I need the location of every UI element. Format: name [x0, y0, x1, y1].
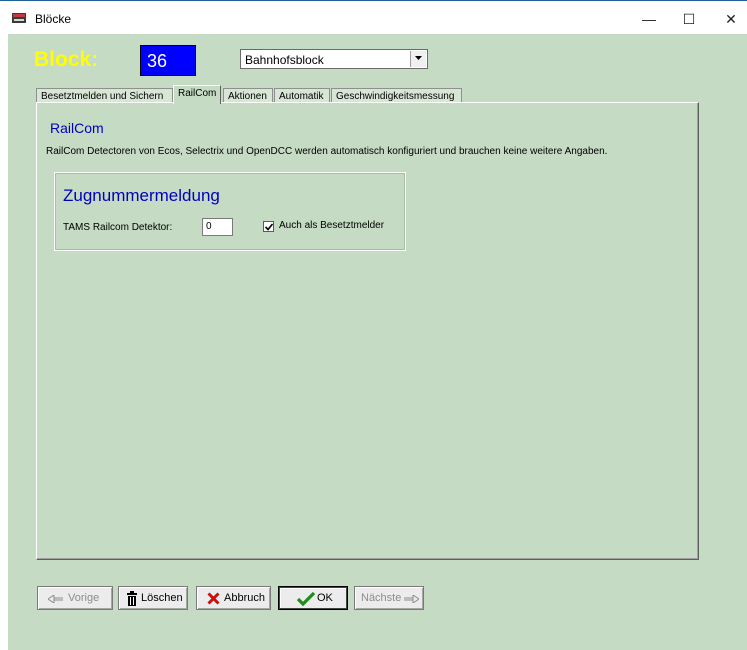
minimize-button[interactable]: — — [634, 7, 664, 31]
cancel-button-label: Abbruch — [224, 592, 265, 604]
railcom-description: RailCom Detectoren von Ecos, Selectrix u… — [46, 146, 608, 157]
trash-icon — [127, 591, 137, 606]
chevron-down-icon — [415, 56, 422, 60]
block-number-field[interactable]: 36 — [140, 45, 196, 76]
tab-automatik[interactable]: Automatik — [274, 88, 330, 103]
app-icon — [12, 13, 26, 23]
arrow-left-icon — [48, 595, 63, 603]
dropdown-button[interactable] — [410, 51, 426, 67]
next-button[interactable]: Nächste — [354, 586, 424, 610]
delete-button-label: Löschen — [141, 592, 183, 604]
railcom-heading: RailCom — [50, 120, 104, 136]
cancel-button[interactable]: Abbruch — [196, 586, 271, 610]
dialog-client: Block: 36 Bahnhofsblock Besetztmelden un… — [8, 34, 747, 650]
check-icon — [265, 223, 273, 231]
railcom-panel: RailCom RailCom Detectoren von Ecos, Sel… — [36, 102, 699, 560]
prev-button[interactable]: Vorige — [37, 586, 113, 610]
tab-railcom[interactable]: RailCom — [173, 85, 221, 104]
arrow-right-icon — [404, 595, 419, 603]
ok-button[interactable]: OK — [278, 586, 348, 610]
next-button-label: Nächste — [361, 592, 402, 604]
block-type-value: Bahnhofsblock — [245, 53, 324, 67]
block-type-select[interactable]: Bahnhofsblock — [240, 49, 428, 69]
delete-button[interactable]: Löschen — [118, 586, 188, 610]
block-label: Block: — [34, 48, 99, 71]
occupancy-checkbox-label[interactable]: Auch als Besetztmelder — [279, 220, 384, 231]
tams-detector-label: TAMS Railcom Detektor: — [63, 222, 173, 233]
prev-button-label: Vorige — [68, 592, 100, 604]
tams-detector-input[interactable]: 0 — [202, 218, 233, 236]
close-button[interactable]: ✕ — [716, 7, 746, 31]
tab-aktionen[interactable]: Aktionen — [223, 88, 273, 103]
tab-geschwindigkeitsmessung[interactable]: Geschwindigkeitsmessung — [331, 88, 462, 103]
ok-button-label: OK — [317, 592, 333, 604]
zugnummer-heading: Zugnummermeldung — [63, 186, 220, 205]
zugnummer-group: Zugnummermeldung TAMS Railcom Detektor: … — [54, 172, 406, 251]
occupancy-checkbox[interactable] — [263, 221, 274, 232]
maximize-button[interactable]: ☐ — [674, 7, 704, 31]
tab-besetztmelden[interactable]: Besetztmelden und Sichern — [36, 88, 173, 103]
red-x-icon — [207, 592, 220, 605]
green-check-icon — [297, 592, 315, 606]
window-title: Blöcke — [35, 12, 72, 26]
title-bar: Blöcke — ☐ ✕ — [0, 0, 747, 35]
